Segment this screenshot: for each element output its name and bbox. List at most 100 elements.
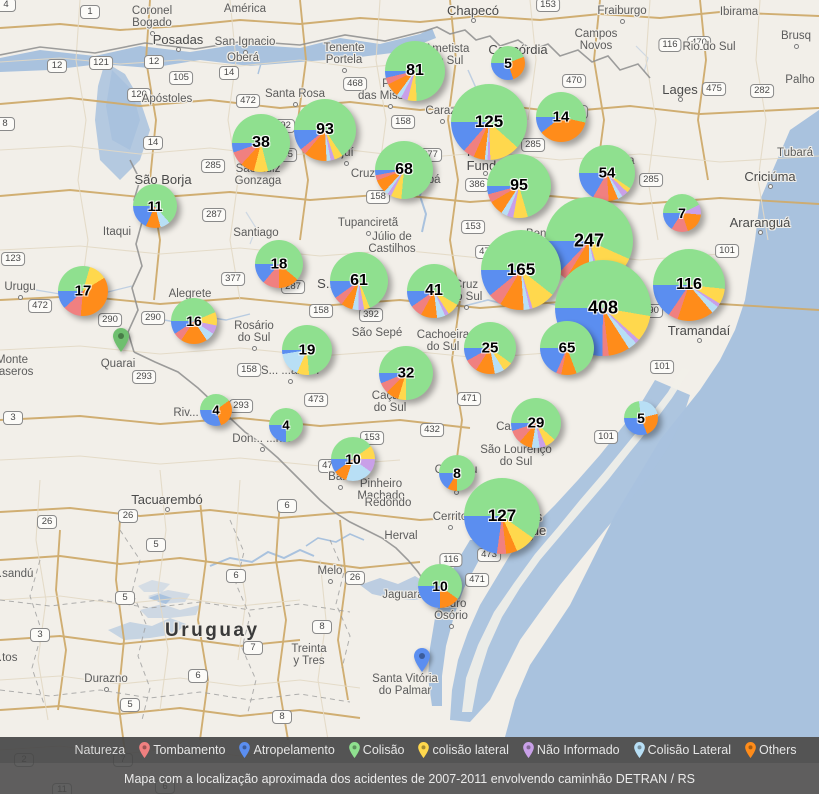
cluster-pie[interactable]: 4 xyxy=(269,408,303,442)
cluster-count-label: 165 xyxy=(506,260,536,279)
cluster-marker[interactable]: 93 xyxy=(294,99,356,161)
road-shield: 287 xyxy=(202,208,226,222)
cluster-pie[interactable]: 68 xyxy=(375,141,433,199)
cluster-pie[interactable]: 65 xyxy=(540,321,594,375)
cluster-pie[interactable]: 5 xyxy=(491,46,525,80)
road-shield: 105 xyxy=(169,71,193,85)
cluster-pie[interactable]: 54 xyxy=(579,145,635,201)
cluster-pie[interactable]: 93 xyxy=(294,99,356,161)
cluster-pie[interactable]: 116 xyxy=(653,249,725,321)
legend-item[interactable]: Colisão Lateral xyxy=(633,742,731,758)
cluster-pie[interactable]: 29 xyxy=(511,398,561,448)
cluster-marker[interactable]: 165 xyxy=(481,230,561,310)
legend-item-label: Colisão Lateral xyxy=(647,743,731,757)
cluster-count-label: 5 xyxy=(504,55,512,71)
cluster-pie[interactable]: 19 xyxy=(282,325,332,375)
cluster-marker[interactable]: 11 xyxy=(133,184,177,228)
cluster-pie[interactable]: 5 xyxy=(624,401,658,435)
cluster-pie[interactable]: 165 xyxy=(481,230,561,310)
cluster-pie[interactable]: 18 xyxy=(255,240,303,288)
legend-title: Natureza xyxy=(74,743,126,757)
city-dot xyxy=(464,305,469,310)
cluster-marker[interactable]: 17 xyxy=(58,266,108,316)
cluster-pie[interactable]: 11 xyxy=(133,184,177,228)
cluster-marker[interactable]: 10 xyxy=(418,564,462,608)
road-shield: 293 xyxy=(132,370,156,384)
city-dot xyxy=(620,19,625,24)
cluster-marker[interactable]: 14 xyxy=(536,92,586,142)
cluster-pie[interactable]: 4 xyxy=(200,394,232,426)
cluster-marker[interactable]: 116 xyxy=(653,249,725,321)
cluster-marker[interactable]: 19 xyxy=(282,325,332,375)
cluster-marker[interactable]: 81 xyxy=(385,41,445,101)
road-shield: 3 xyxy=(30,628,50,642)
cluster-pie[interactable]: 127 xyxy=(464,478,540,554)
legend-item[interactable]: Colisão xyxy=(348,742,404,758)
legend-item[interactable]: Others xyxy=(745,742,797,758)
cluster-count-label: 4 xyxy=(282,417,290,433)
cluster-marker[interactable]: 54 xyxy=(579,145,635,201)
cluster-pie[interactable]: 81 xyxy=(385,41,445,101)
road-shield: 6 xyxy=(277,499,297,513)
legend-item[interactable]: Não Informado xyxy=(523,742,620,758)
cluster-pie[interactable]: 10 xyxy=(331,437,375,481)
cluster-marker[interactable]: 127 xyxy=(464,478,540,554)
cluster-count-label: 18 xyxy=(270,255,288,273)
cluster-count-label: 41 xyxy=(425,282,443,299)
cluster-marker[interactable]: 29 xyxy=(511,398,561,448)
cluster-marker[interactable]: 16 xyxy=(171,298,217,344)
cluster-pie[interactable]: 125 xyxy=(451,84,527,160)
road-shield: 1 xyxy=(80,5,100,19)
cluster-pie[interactable]: 41 xyxy=(407,264,461,318)
cluster-pie[interactable]: 7 xyxy=(663,194,701,232)
cluster-pie[interactable]: 16 xyxy=(171,298,217,344)
road-shield: 386 xyxy=(465,178,489,192)
cluster-marker[interactable]: 38 xyxy=(232,114,290,172)
road-shield: 5 xyxy=(146,538,166,552)
cluster-marker[interactable]: 61 xyxy=(330,252,388,310)
cluster-marker[interactable]: 125 xyxy=(451,84,527,160)
legend-item[interactable]: Atropelamento xyxy=(239,742,335,758)
road-shield: 116 xyxy=(658,38,682,52)
cluster-pie[interactable]: 95 xyxy=(487,154,551,218)
cluster-marker[interactable]: 41 xyxy=(407,264,461,318)
cluster-count-label: 125 xyxy=(474,112,504,131)
map-pin-icon[interactable] xyxy=(113,328,129,352)
cluster-count-label: 4 xyxy=(212,402,220,418)
cluster-pie[interactable]: 14 xyxy=(536,92,586,142)
cluster-marker[interactable]: 68 xyxy=(375,141,433,199)
cluster-count-label: 116 xyxy=(676,276,702,293)
cluster-marker[interactable]: 4 xyxy=(200,394,232,426)
legend-item[interactable]: colisão lateral xyxy=(418,742,509,758)
cluster-marker[interactable]: 10 xyxy=(331,437,375,481)
cluster-marker[interactable]: 32 xyxy=(379,346,433,400)
road-shield: 26 xyxy=(345,571,365,585)
cluster-count-label: 19 xyxy=(298,341,316,359)
cluster-marker[interactable]: 18 xyxy=(255,240,303,288)
cluster-marker[interactable]: 7 xyxy=(663,194,701,232)
map-pin-icon xyxy=(745,742,756,758)
cluster-count-label: 14 xyxy=(552,108,570,126)
cluster-marker[interactable]: 25 xyxy=(464,322,516,374)
cluster-marker[interactable]: 5 xyxy=(491,46,525,80)
map-pin-icon[interactable] xyxy=(414,648,430,672)
map-canvas[interactable]: 4 1 12 121 12 105 120 14 472 468 116 470 470 475 282 15… xyxy=(0,0,819,794)
cluster-marker[interactable]: 65 xyxy=(540,321,594,375)
cluster-marker[interactable]: 4 xyxy=(269,408,303,442)
cluster-marker[interactable]: 95 xyxy=(487,154,551,218)
cluster-pie[interactable]: 10 xyxy=(418,564,462,608)
cluster-pie[interactable]: 32 xyxy=(379,346,433,400)
cluster-marker[interactable]: 5 xyxy=(624,401,658,435)
legend-item[interactable]: Tombamento xyxy=(139,742,225,758)
road-shield: 290 xyxy=(141,311,165,325)
cluster-pie[interactable]: 17 xyxy=(58,266,108,316)
cluster-count-label: 61 xyxy=(350,272,368,289)
cluster-count-label: 65 xyxy=(558,339,576,357)
city-dot xyxy=(449,624,454,629)
road-shield: 285 xyxy=(201,159,225,173)
city-dot xyxy=(471,18,476,23)
cluster-pie[interactable]: 38 xyxy=(232,114,290,172)
cluster-pie[interactable]: 61 xyxy=(330,252,388,310)
road-shield: 8 xyxy=(312,620,332,634)
cluster-pie[interactable]: 25 xyxy=(464,322,516,374)
